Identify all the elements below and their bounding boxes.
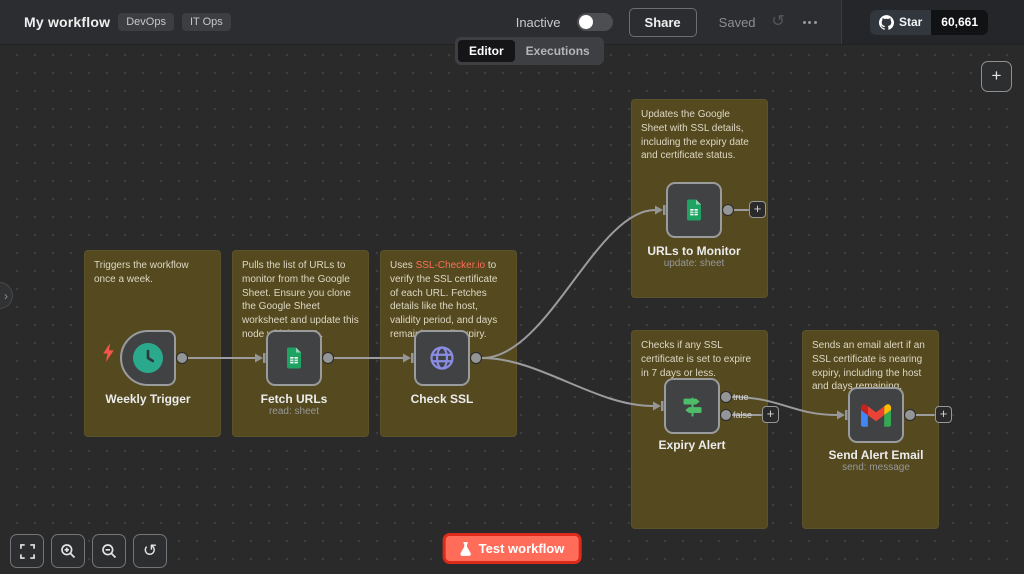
- node-urls-to-monitor[interactable]: [666, 182, 722, 238]
- more-options-icon[interactable]: [801, 17, 819, 28]
- node-label: Weekly Trigger: [78, 392, 218, 406]
- github-icon: [879, 15, 894, 30]
- node-subtitle: update: sheet: [624, 258, 764, 269]
- node-send-alert-email[interactable]: [848, 387, 904, 443]
- node-label: Send Alert Email: [806, 448, 946, 462]
- zoom-out-button[interactable]: [92, 534, 126, 568]
- zoom-in-icon: [60, 543, 76, 559]
- node-label: URLs to Monitor: [624, 244, 764, 258]
- sticky-text: Pulls the list of URLs to monitor from t…: [242, 260, 359, 340]
- workflow-title[interactable]: My workflow: [24, 14, 110, 30]
- add-node-endpoint[interactable]: +: [749, 201, 766, 218]
- zoom-in-button[interactable]: [51, 534, 85, 568]
- node-label: Expiry Alert: [622, 438, 762, 452]
- fit-view-icon: [20, 544, 35, 559]
- reset-zoom-icon: ↺: [143, 542, 157, 559]
- node-subtitle: read: sheet: [224, 406, 364, 417]
- add-node-endpoint[interactable]: +: [762, 406, 779, 423]
- tag-itops[interactable]: IT Ops: [182, 13, 231, 31]
- sticky-text: Updates the Google Sheet with SSL detail…: [641, 109, 749, 161]
- trigger-bolt-icon: [102, 343, 115, 362]
- flask-icon: [460, 542, 472, 556]
- star-count: 60,661: [931, 10, 988, 35]
- sticky-text: Sends an email alert if an SSL certifica…: [812, 340, 925, 392]
- sticky-text: Triggers the workflow once a week.: [94, 260, 189, 285]
- node-label: Fetch URLs: [224, 392, 364, 406]
- add-node-button[interactable]: +: [981, 61, 1012, 92]
- share-button[interactable]: Share: [629, 8, 697, 37]
- gmail-icon: [861, 404, 891, 427]
- sticky-text: Uses: [390, 260, 416, 271]
- tab-executions[interactable]: Executions: [515, 40, 601, 62]
- node-weekly-trigger[interactable]: [120, 330, 176, 386]
- port-label-true: true: [733, 392, 749, 402]
- add-node-endpoint[interactable]: +: [935, 406, 952, 423]
- switch-icon: [679, 393, 706, 420]
- zoom-to-fit-button[interactable]: [10, 534, 44, 568]
- test-workflow-label: Test workflow: [479, 541, 565, 556]
- sticky-text: to verify the SSL certificate of each UR…: [390, 260, 497, 340]
- google-sheets-icon: [682, 198, 706, 222]
- clock-icon: [133, 343, 163, 373]
- github-section: Star 60,661: [841, 0, 1024, 44]
- active-toggle[interactable]: [577, 13, 613, 31]
- ssl-checker-link[interactable]: SSL-Checker.io: [416, 260, 485, 271]
- saved-status: Saved: [719, 15, 756, 30]
- toggle-knob: [579, 15, 593, 29]
- node-subtitle: send: message: [806, 462, 946, 473]
- zoom-out-icon: [101, 543, 117, 559]
- port-label-false: false: [733, 410, 752, 420]
- history-icon[interactable]: ↺: [772, 14, 785, 30]
- reset-zoom-button[interactable]: ↺: [133, 534, 167, 568]
- node-check-ssl[interactable]: [414, 330, 470, 386]
- globe-icon: [428, 344, 456, 372]
- node-expiry-alert[interactable]: [664, 378, 720, 434]
- star-label: Star: [899, 15, 922, 29]
- github-star-button[interactable]: Star 60,661: [870, 10, 988, 35]
- tab-editor[interactable]: Editor: [458, 40, 515, 62]
- canvas-controls: ↺: [10, 534, 167, 568]
- node-label: Check SSL: [372, 392, 512, 406]
- tag-devops[interactable]: DevOps: [118, 13, 174, 31]
- node-fetch-urls[interactable]: [266, 330, 322, 386]
- sticky-text: Checks if any SSL certificate is set to …: [641, 340, 751, 379]
- test-workflow-button[interactable]: Test workflow: [443, 533, 582, 564]
- google-sheets-icon: [282, 346, 306, 370]
- active-status-label: Inactive: [516, 15, 561, 30]
- view-tabs: Editor Executions: [455, 37, 604, 65]
